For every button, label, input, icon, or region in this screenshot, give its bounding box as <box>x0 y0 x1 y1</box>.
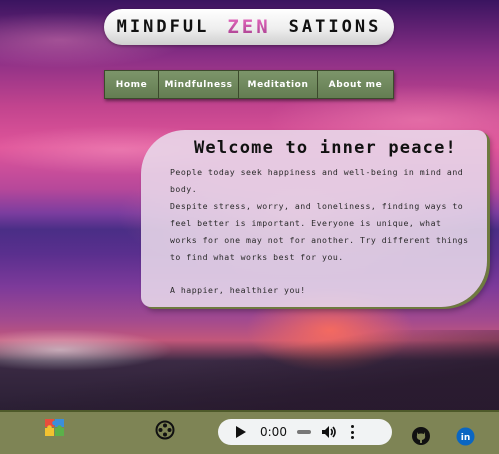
github-icon[interactable] <box>411 426 431 446</box>
body-paragraph: Despite stress, worry, and loneliness, f… <box>170 201 469 262</box>
play-icon[interactable] <box>236 426 246 438</box>
puzzle-icon[interactable] <box>44 418 66 438</box>
nav-meditation[interactable]: Meditation <box>239 71 318 98</box>
nav-about-me[interactable]: About me <box>318 71 393 98</box>
film-reel-icon[interactable] <box>155 420 175 440</box>
audio-time: 0:00 <box>260 425 287 439</box>
linkedin-icon[interactable]: in <box>456 427 475 446</box>
audio-player: 0:00 <box>218 419 392 445</box>
title-part-mindful: MINDFUL <box>116 17 210 37</box>
welcome-card: Welcome to inner peace! People today see… <box>141 130 487 307</box>
audio-seek-bar[interactable] <box>296 430 311 434</box>
title-part-sations: SATIONS <box>288 17 382 37</box>
intro-paragraph: People today seek happiness and well-bei… <box>170 167 464 194</box>
site-title: MINDFUL ZEN SATIONS <box>104 9 394 45</box>
footer: 0:00 in <box>0 410 499 454</box>
more-options-icon[interactable] <box>350 425 355 439</box>
tagline: A happier, healthier you! <box>170 285 306 295</box>
nav-mindfulness[interactable]: Mindfulness <box>159 71 239 98</box>
nav-home[interactable]: Home <box>105 71 159 98</box>
title-part-zen: ZEN <box>227 16 271 38</box>
main-nav: Home Mindfulness Meditation About me <box>104 70 394 99</box>
welcome-heading: Welcome to inner peace! <box>193 138 457 158</box>
volume-icon[interactable] <box>321 425 337 439</box>
linkedin-text: in <box>461 433 471 443</box>
